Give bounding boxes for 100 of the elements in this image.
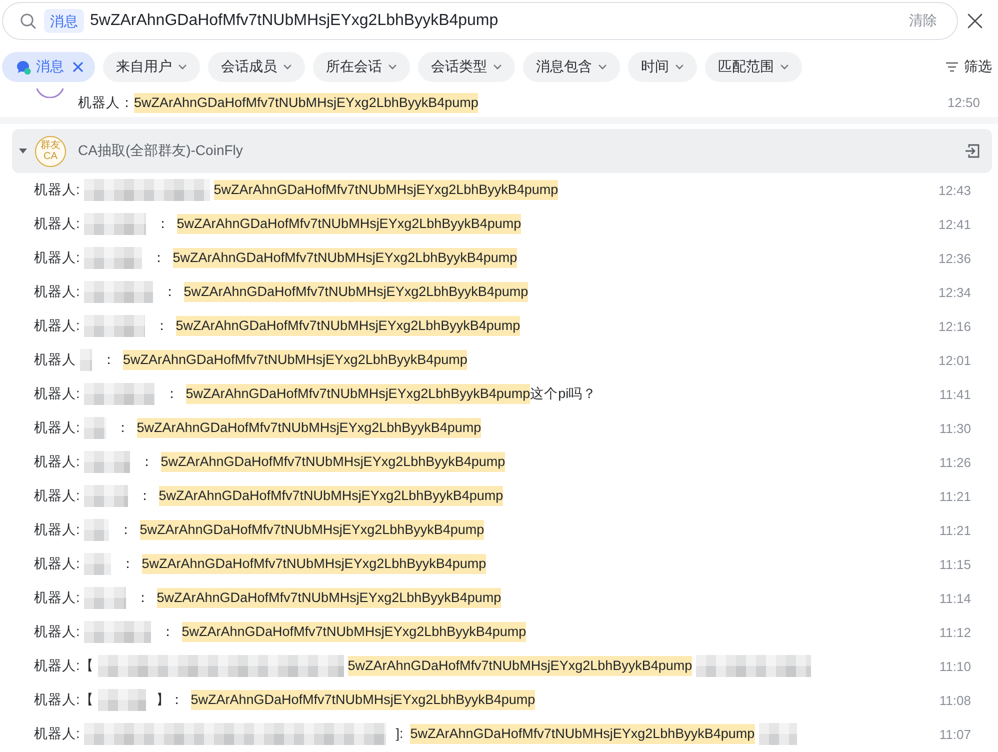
blurred-name xyxy=(84,213,146,235)
close-icon[interactable] xyxy=(73,62,83,72)
search-icon xyxy=(20,13,36,29)
message-time: 12:50 xyxy=(947,95,980,110)
blurred-name xyxy=(84,519,109,541)
chevron-down-icon xyxy=(388,64,397,70)
sender-label: 机器人: xyxy=(34,725,80,743)
sender-label: 机器人: xyxy=(34,215,80,233)
name-separator: ]: xyxy=(396,725,404,743)
name-separator: 】： xyxy=(156,691,184,709)
message-time: 11:07 xyxy=(939,726,971,742)
filter-chip[interactable]: 会话成员 xyxy=(208,52,305,82)
name-separator: ： xyxy=(120,555,135,573)
chevron-down-icon xyxy=(675,64,684,70)
matched-text: 5wZArAhnGDaHofMfv7tNUbMHsjEYxg2LbhByykB4pump xyxy=(214,180,558,200)
blurred-name xyxy=(758,723,797,745)
filter-chip[interactable]: 匹配范围 xyxy=(705,52,802,82)
blurred-name xyxy=(84,281,153,303)
matched-text: 5wZArAhnGDaHofMfv7tNUbMHsjEYxg2LbhByykB4pump xyxy=(142,554,486,574)
blurred-name xyxy=(84,621,151,643)
matched-text: 5wZArAhnGDaHofMfv7tNUbMHsjEYxg2LbhByykB4pump xyxy=(176,316,520,336)
blurred-name xyxy=(84,417,106,439)
chevron-down-icon xyxy=(780,64,789,70)
message-time: 12:41 xyxy=(938,216,971,232)
matched-text: 5wZArAhnGDaHofMfv7tNUbMHsjEYxg2LbhByykB4pump xyxy=(140,520,484,540)
sender-label: 机器人: xyxy=(34,487,80,505)
blurred-name xyxy=(84,587,126,609)
matched-text: 5wZArAhnGDaHofMfv7tNUbMHsjEYxg2LbhByykB4pump xyxy=(184,282,528,302)
name-separator: ： xyxy=(164,385,179,403)
group-title: CA抽取(全部群友)-CoinFly xyxy=(78,142,243,160)
matched-text: 5wZArAhnGDaHofMfv7tNUbMHsjEYxg2LbhByykB4pump xyxy=(160,452,506,472)
sender-label: 机器人: xyxy=(34,317,80,335)
name-separator: ： xyxy=(160,623,175,641)
message-time: 11:41 xyxy=(939,386,971,402)
name-separator: ： xyxy=(154,317,169,335)
name-separator: ： xyxy=(136,589,150,607)
search-field[interactable]: 消息 5wZArAhnGDaHofMfv7tNUbMHsjEYxg2LbhByykB4pump 清除 xyxy=(2,2,958,40)
sender-label: 机器人: xyxy=(34,521,80,539)
matched-text: 5wZArAhnGDaHofMfv7tNUbMHsjEYxg2LbhByykB4pump xyxy=(176,214,522,234)
name-separator: ： xyxy=(152,249,166,267)
name-separator: ： xyxy=(138,487,152,505)
message-time: 12:36 xyxy=(938,250,971,266)
matched-text: 5wZArAhnGDaHofMfv7tNUbMHsjEYxg2LbhByykB4pump xyxy=(156,588,502,608)
matched-text: 5wZArAhnGDaHofMfv7tNUbMHsjEYxg2LbhByykB4pump xyxy=(134,92,478,112)
sender-label: 机器人: xyxy=(34,181,80,199)
matched-text: 5wZArAhnGDaHofMfv7tNUbMHsjEYxg2LbhByykB4pump xyxy=(136,418,482,438)
message-time: 12:16 xyxy=(938,318,971,334)
chevron-down-icon xyxy=(493,64,502,70)
blurred-name xyxy=(84,451,130,473)
sender-label: 机器人: xyxy=(34,453,80,471)
message-time: 11:10 xyxy=(939,658,971,674)
matched-text: 5wZArAhnGDaHofMfv7tNUbMHsjEYxg2LbhByykB4pump xyxy=(190,690,536,710)
chevron-down-icon xyxy=(178,64,187,70)
blurred-name xyxy=(84,247,142,269)
filter-chip[interactable]: 会话类型 xyxy=(418,52,515,82)
chevron-down-icon xyxy=(283,64,292,70)
message-text: 这个pi吗？ xyxy=(530,385,597,403)
filter-icon xyxy=(946,62,958,72)
avatar-arc-icon xyxy=(35,88,65,98)
message-time: 11:21 xyxy=(939,522,971,538)
filter-chip[interactable]: 消息包含 xyxy=(523,52,620,82)
group-header[interactable]: 群友 CA CA抽取(全部群友)-CoinFly xyxy=(12,129,992,173)
sender-label: 机器人: xyxy=(34,385,80,403)
matched-text: 5wZArAhnGDaHofMfv7tNUbMHsjEYxg2LbhByykB4pump xyxy=(158,486,504,506)
name-separator: ： xyxy=(162,283,177,301)
matched-text: 5wZArAhnGDaHofMfv7tNUbMHsjEYxg2LbhByykB4pump xyxy=(123,350,468,370)
message-time: 11:21 xyxy=(939,488,971,504)
sender-label: 机器人 xyxy=(34,351,76,369)
sender-label: 机器人: xyxy=(34,623,80,641)
close-icon[interactable] xyxy=(967,13,983,29)
filter-chip[interactable]: 时间 xyxy=(628,52,697,82)
scope-tag[interactable]: 消息 xyxy=(44,9,84,33)
name-separator: ： xyxy=(116,419,130,437)
message-time: 12:34 xyxy=(938,284,971,300)
caret-icon[interactable] xyxy=(18,146,28,156)
filter-chip[interactable]: 来自用户 xyxy=(103,52,200,82)
blurred-name xyxy=(84,383,155,405)
filter-button[interactable]: 筛选 xyxy=(946,58,992,76)
sender-label: 机器人:【 xyxy=(34,691,94,709)
message-time: 11:15 xyxy=(939,556,971,572)
message-time: 11:26 xyxy=(939,454,971,470)
blurred-name xyxy=(84,315,145,337)
arrow-into-box-icon[interactable] xyxy=(964,143,980,159)
matched-text: 5wZArAhnGDaHofMfv7tNUbMHsjEYxg2LbhByykB4pump xyxy=(172,248,518,268)
matched-text: 5wZArAhnGDaHofMfv7tNUbMHsjEYxg2LbhByykB4pump xyxy=(410,724,755,744)
sender-label: 机器人:【 xyxy=(34,657,94,675)
group-avatar: 群友 CA xyxy=(35,136,66,166)
filter-chip[interactable]: 消息 xyxy=(2,52,95,82)
message-time: 11:08 xyxy=(939,692,971,708)
blurred-name xyxy=(84,553,111,575)
name-separator: ： xyxy=(102,351,116,369)
matched-text: 5wZArAhnGDaHofMfv7tNUbMHsjEYxg2LbhByykB4pump xyxy=(186,384,530,404)
sender-label: 机器人: xyxy=(34,283,80,301)
name-separator: ： xyxy=(118,521,133,539)
sender-label: 机器人: xyxy=(34,555,80,573)
message-time: 11:14 xyxy=(939,590,971,606)
filter-chip[interactable]: 所在会话 xyxy=(313,52,410,82)
matched-text: 5wZArAhnGDaHofMfv7tNUbMHsjEYxg2LbhByykB4pump xyxy=(182,622,526,642)
matched-text: 5wZArAhnGDaHofMfv7tNUbMHsjEYxg2LbhByykB4pump xyxy=(348,656,692,676)
chevron-down-icon xyxy=(598,64,607,70)
